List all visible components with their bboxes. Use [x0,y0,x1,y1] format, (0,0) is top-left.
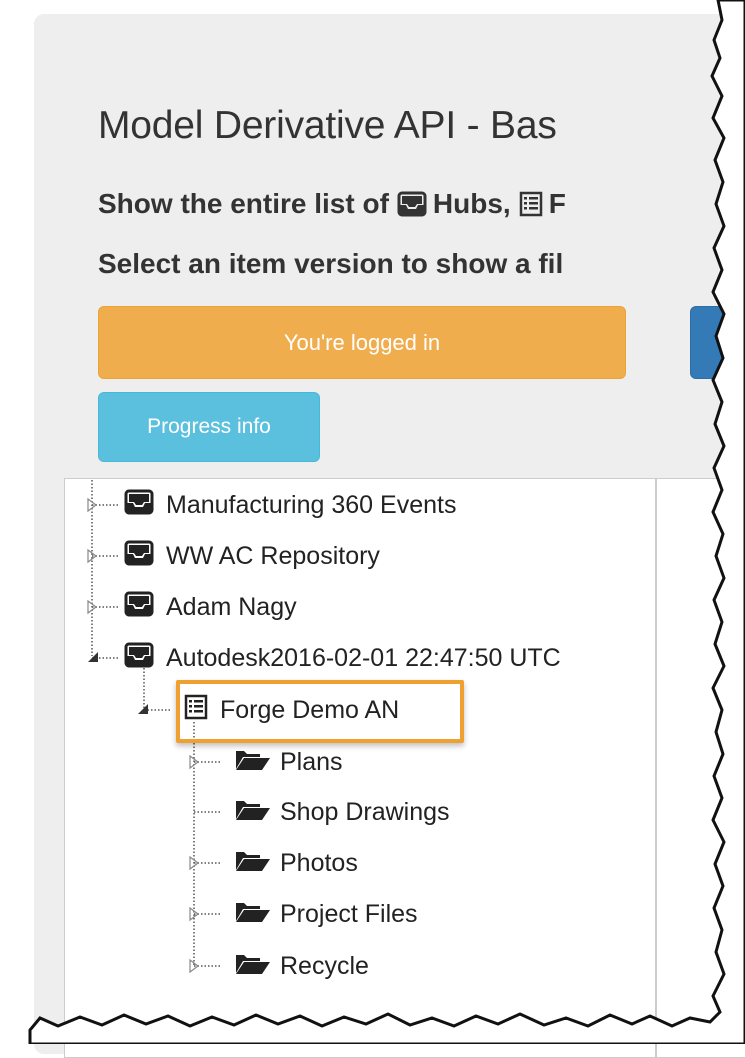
screenshot-frame: Model Derivative API - Bas Show the enti… [0,0,745,1058]
torn-edge [28,0,745,1044]
